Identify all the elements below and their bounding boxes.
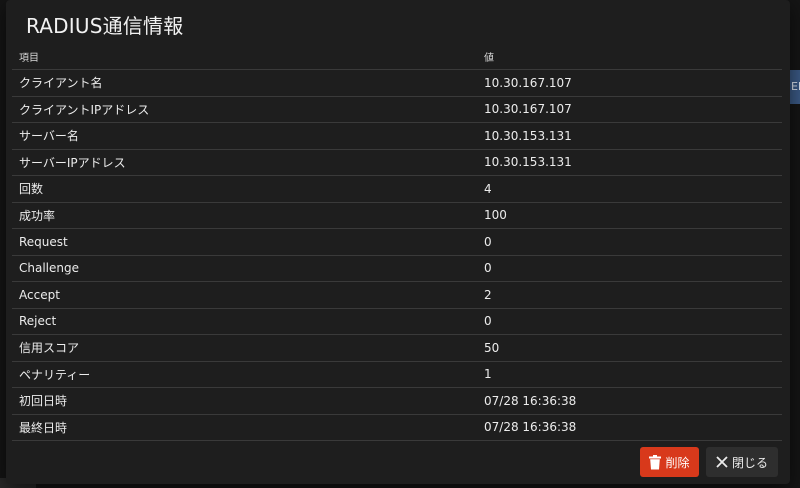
table-row: Challenge 0 (12, 255, 782, 282)
row-item-value: 07/28 16:36:38 (477, 414, 782, 441)
row-item-label: ペナリティー (12, 361, 477, 388)
row-item-value: 10.30.167.107 (477, 69, 782, 97)
table-row: サーバー名 10.30.153.131 (12, 122, 782, 150)
table-row: クライアント名 10.30.167.107 (12, 69, 782, 97)
table-row: Accept 2 (12, 281, 782, 309)
info-table: 項目 値 クライアント名 10.30.167.107 クライアントIPアドレス 10.… (12, 43, 782, 441)
row-item-label: サーバー名 (12, 122, 477, 150)
table-body: クライアント名 10.30.167.107 クライアントIPアドレス 10.30.16… (12, 69, 782, 441)
row-item-label: Accept (12, 281, 477, 309)
column-header-value: 値 (477, 43, 782, 70)
table-row: ペナリティー 1 (12, 361, 782, 388)
row-item-value: 0 (477, 228, 782, 256)
row-item-value: 10.30.167.107 (477, 96, 782, 123)
column-header-item: 項目 (12, 43, 477, 70)
row-item-label: サーバーIPアドレス (12, 149, 477, 176)
row-item-value: 07/28 16:36:38 (477, 387, 782, 415)
table-row: Reject 0 (12, 308, 782, 335)
row-item-label: クライアントIPアドレス (12, 96, 477, 123)
table-header-row: 項目 値 (12, 43, 782, 70)
table-row: Request 0 (12, 228, 782, 256)
row-item-value: 0 (477, 255, 782, 282)
close-icon (716, 456, 728, 468)
row-item-value: 100 (477, 202, 782, 229)
row-item-label: Reject (12, 308, 477, 335)
table-row: クライアントIPアドレス 10.30.167.107 (12, 96, 782, 123)
row-item-value: 4 (477, 175, 782, 203)
trash-icon (649, 454, 662, 469)
row-item-label: 最終日時 (12, 414, 477, 441)
table-row: 最終日時 07/28 16:36:38 (12, 414, 782, 441)
table-row: 初回日時 07/28 16:36:38 (12, 387, 782, 415)
row-item-value: 50 (477, 334, 782, 362)
row-item-label: 回数 (12, 175, 477, 203)
table-row: サーバーIPアドレス 10.30.153.131 (12, 149, 782, 176)
row-item-label: 信用スコア (12, 334, 477, 362)
row-item-value: 1 (477, 361, 782, 388)
row-item-label: クライアント名 (12, 69, 477, 97)
row-item-label: Request (12, 228, 477, 256)
close-button-label: 閉じる (731, 455, 768, 470)
delete-button-label: 削除 (665, 455, 690, 470)
row-item-value: 10.30.153.131 (477, 149, 782, 176)
table-row: 回数 4 (12, 175, 782, 203)
row-item-value: 2 (477, 281, 782, 309)
close-button[interactable]: 閉じる (706, 447, 778, 477)
row-item-label: 初回日時 (12, 387, 477, 415)
row-item-label: Challenge (12, 255, 477, 282)
row-item-value: 0 (477, 308, 782, 335)
row-item-value: 10.30.153.131 (477, 122, 782, 150)
table-row: 信用スコア 50 (12, 334, 782, 362)
row-item-label: 成功率 (12, 202, 477, 229)
radius-info-dialog: RADIUS通信情報 項目 値 クライアント名 10.30.167.107 クライア… (6, 0, 790, 484)
table-row: 成功率 100 (12, 202, 782, 229)
delete-button[interactable]: 削除 (640, 447, 699, 477)
dialog-title: RADIUS通信情報 (26, 14, 184, 38)
